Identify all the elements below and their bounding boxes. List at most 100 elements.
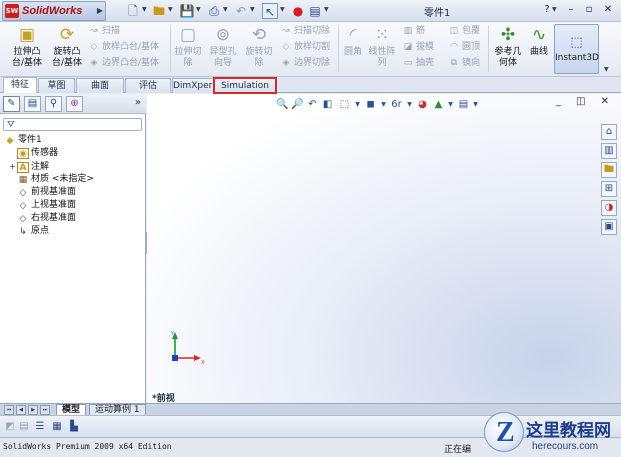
tree-item-origin[interactable]: ↳ 原点 [8, 225, 49, 238]
reference-geometry-button[interactable]: ✣ 参考几 何体 [490, 24, 526, 69]
fillet-button[interactable]: ◜ 圆角 [340, 24, 366, 58]
next-tab-icon[interactable]: ▶ [28, 405, 38, 415]
tree-item-top-plane[interactable]: ◇ 上视基准面 [8, 199, 76, 212]
restore-button[interactable]: ▫ [582, 3, 596, 17]
chevron-down-icon[interactable]: ▼ [377, 98, 390, 112]
dome-button[interactable]: ◠ 圆顶 [448, 41, 480, 54]
tree-item-sensors[interactable]: ◉ 传感器 [8, 147, 58, 160]
hole-wizard-button[interactable]: ⊚ 异型孔 向导 [206, 24, 240, 69]
configuration-manager-tab-icon[interactable]: ⚲ [45, 96, 62, 112]
hide-show-items-icon[interactable]: 6r [390, 98, 403, 112]
tab-evaluate[interactable]: 评估 [125, 78, 171, 93]
ribbon-separator [170, 26, 171, 72]
revolve-boss-label: 旋转凸 台/基体 [51, 47, 83, 68]
chevron-down-icon[interactable]: ▼ [168, 6, 173, 13]
file-explorer-icon[interactable]: 🖿 [601, 162, 617, 178]
first-tab-icon[interactable]: ⏮ [4, 405, 14, 415]
instant3d-button[interactable]: ⬚ Instant3D [554, 24, 599, 74]
chevron-down-icon[interactable]: ▼ [552, 6, 557, 13]
tree-filter-input[interactable]: ⛛ [3, 118, 142, 131]
linear-pattern-icon: ⁙ [374, 25, 390, 45]
tab-simulation[interactable]: Simulation [213, 77, 277, 94]
design-library-icon[interactable]: ▥ [601, 143, 617, 159]
calculate-icon[interactable]: ◩ [3, 420, 17, 434]
draft-label: 拔模 [416, 42, 435, 52]
sweep-button[interactable]: ↝ 扫描 [88, 25, 120, 38]
previous-view-icon[interactable]: ↶ [306, 98, 319, 112]
tree-root-part[interactable]: ◆ 零件1 [4, 134, 42, 147]
last-tab-icon[interactable]: ⏭ [40, 405, 50, 415]
solidworks-resources-icon[interactable]: ⌂ [601, 124, 617, 140]
print-icon[interactable]: ⎙ [206, 3, 222, 19]
section-view-icon[interactable]: ◧ [321, 98, 334, 112]
revolve-cut-button[interactable]: ⟲ 旋转切 除 [242, 24, 276, 69]
view-palette-icon[interactable]: ⊞ [601, 181, 617, 197]
open-folder-icon[interactable]: 🖿 [151, 3, 167, 19]
edit-appearance-icon[interactable]: ◕ [416, 98, 429, 112]
chevron-down-icon[interactable]: ▼ [142, 6, 147, 13]
loft-boss-button[interactable]: ◇ 放样凸台/基体 [88, 41, 160, 54]
rib-label: 筋 [416, 26, 426, 36]
viewport-window-controls[interactable]: _ ◫ ✕ [556, 96, 615, 107]
chevron-down-icon[interactable]: ▼ [469, 98, 482, 112]
tab-features[interactable]: 特征 [3, 77, 37, 93]
more-tabs-icon[interactable]: » [135, 97, 141, 108]
zoom-to-area-icon[interactable]: 🔎 [291, 98, 304, 112]
revolve-boss-button[interactable]: ⟳ 旋转凸 台/基体 [48, 24, 86, 69]
undo-icon[interactable]: ↶ [233, 3, 249, 19]
select-arrow-icon[interactable]: ↖ [262, 3, 278, 19]
tree-item-material[interactable]: ▦ 材质 <未指定> [8, 173, 94, 186]
save-icon[interactable]: 💾 [179, 3, 195, 19]
table-view-icon[interactable]: ▦ [50, 420, 64, 434]
display-style-icon[interactable]: ◼ [364, 98, 377, 112]
chevron-down-icon[interactable]: ▼ [280, 6, 285, 13]
list-view-icon[interactable]: ☰ [33, 420, 47, 434]
view-orientation-icon[interactable]: ⬚ [338, 98, 351, 112]
feature-tree-tab-icon[interactable]: ✎ [3, 96, 20, 112]
linear-pattern-button[interactable]: ⁙ 线性阵 列 [368, 24, 396, 69]
boundary-cut-button[interactable]: ◈ 边界切除 [280, 57, 330, 70]
graphics-area[interactable]: 🔍 🔎 ↶ ◧ ⬚ ▼ ◼ ▼ 6r ▼ ◕ ▲ ▼ ▤ ▼ _ ◫ ✕ ⌂ ▥… [147, 94, 621, 404]
chevron-down-icon[interactable]: ▼ [351, 98, 364, 112]
tab-dimxpert[interactable]: DimXpert [172, 78, 216, 93]
custom-properties-icon[interactable]: ▣ [601, 219, 617, 235]
chevron-down-icon[interactable]: ▼ [250, 6, 255, 13]
draft-button[interactable]: ◪ 拔模 [402, 41, 434, 54]
new-document-icon[interactable]: 🗋 [125, 3, 141, 19]
close-button[interactable]: ✕ [601, 3, 615, 17]
curves-button[interactable]: ∿ 曲线 [526, 24, 552, 58]
mirror-button[interactable]: ⧉ 镜向 [448, 57, 480, 70]
chevron-down-icon[interactable]: ▼ [196, 6, 201, 13]
dimxpert-manager-tab-icon[interactable]: ⊕ [66, 96, 83, 112]
property-manager-tab-icon[interactable]: ▤ [24, 96, 41, 112]
tab-surfaces[interactable]: 曲面 [76, 78, 124, 93]
zoom-to-fit-icon[interactable]: 🔍 [276, 98, 289, 112]
swept-cut-button[interactable]: ↝ 扫描切除 [280, 25, 330, 38]
wrap-button[interactable]: ◫ 包覆 [448, 25, 480, 38]
shell-button[interactable]: ▭ 抽壳 [402, 57, 434, 70]
chevron-down-icon[interactable]: ▼ [444, 98, 457, 112]
tree-item-front-plane[interactable]: ◇ 前视基准面 [8, 186, 76, 199]
expand-icon[interactable]: + [8, 160, 17, 173]
solidworks-menu-button[interactable]: SW SolidWorks ▶ [2, 1, 106, 21]
chevron-down-icon[interactable]: ▼ [604, 66, 609, 73]
options-icon[interactable]: ▤ [307, 3, 323, 19]
minimize-button[interactable]: – [564, 3, 578, 17]
rib-button[interactable]: ▥ 筋 [402, 25, 425, 38]
tree-item-right-plane[interactable]: ◇ 右视基准面 [8, 212, 76, 225]
chevron-down-icon[interactable]: ▼ [324, 6, 329, 13]
rebuild-traffic-light-icon[interactable]: ● [290, 3, 306, 19]
chevron-down-icon[interactable]: ▼ [403, 98, 416, 112]
tree-item-annotations[interactable]: + A 注解 [8, 160, 49, 173]
lofted-cut-button[interactable]: ◇ 放样切割 [280, 41, 330, 54]
shell-label: 抽壳 [416, 58, 435, 68]
boundary-boss-button[interactable]: ◈ 边界凸台/基体 [88, 57, 160, 70]
chevron-down-icon[interactable]: ▼ [223, 6, 228, 13]
appearances-icon[interactable]: ◑ [601, 200, 617, 216]
timeline-view-icon[interactable]: ▙ [67, 420, 81, 434]
extrude-cut-button[interactable]: ▢ 拉伸切 除 [172, 24, 204, 69]
tab-sketch[interactable]: 草图 [38, 78, 75, 93]
extrude-boss-button[interactable]: ▣ 拉伸凸 台/基体 [8, 24, 46, 69]
prev-tab-icon[interactable]: ◀ [16, 405, 26, 415]
play-icon[interactable]: ▤ [17, 420, 31, 434]
